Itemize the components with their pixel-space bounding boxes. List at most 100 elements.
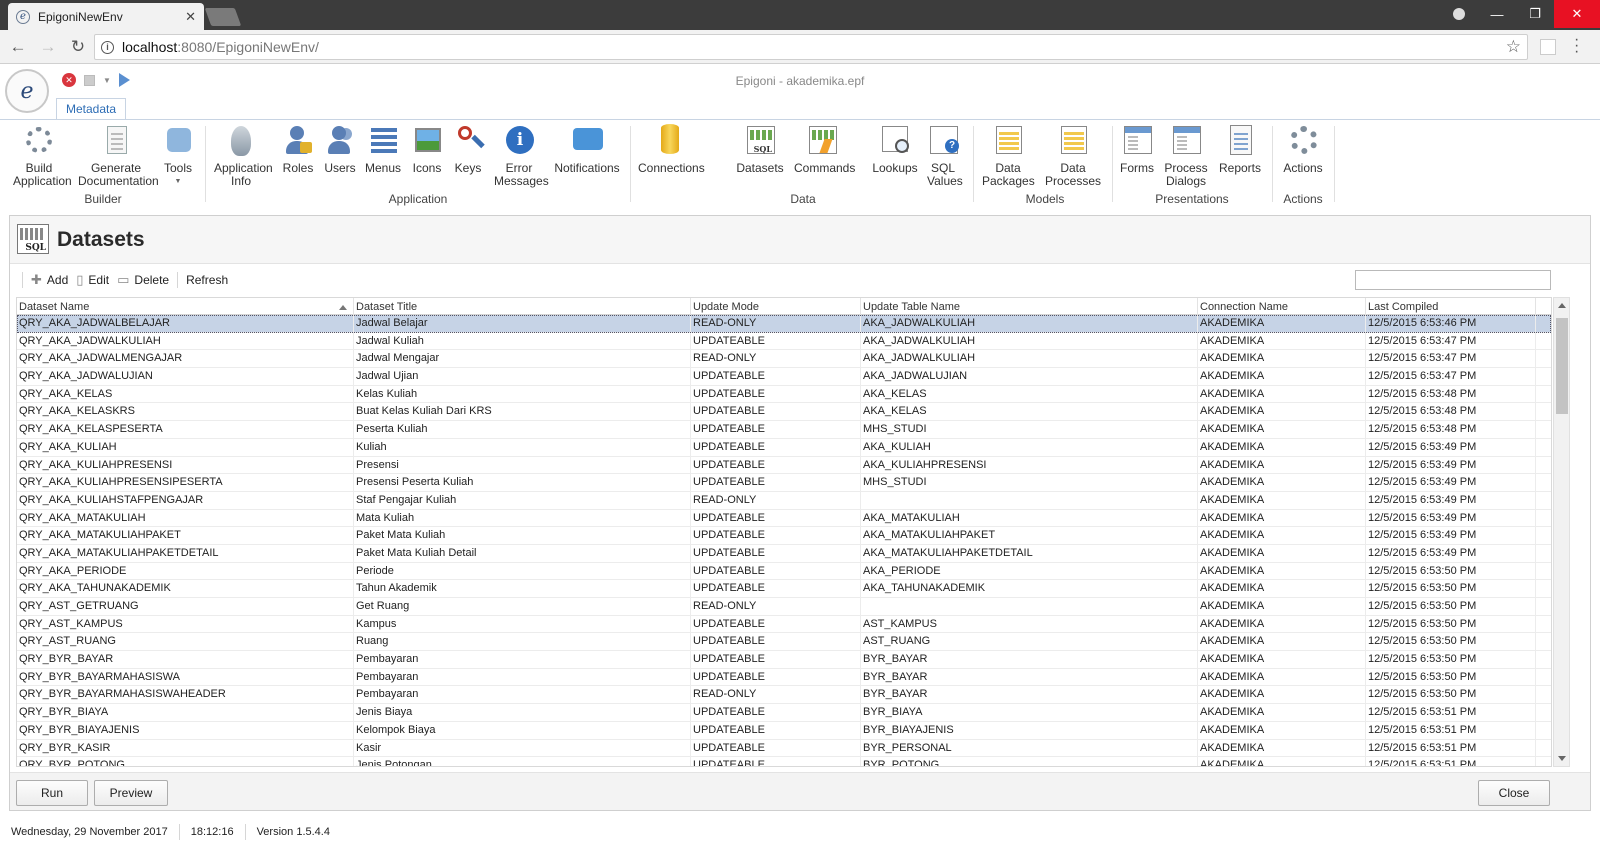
table-row[interactable]: QRY_BYR_BAYARMAHASISWAHEADER Pembayaran RE… xyxy=(17,686,1551,705)
error-messages-button[interactable]: i Error Messages xyxy=(494,124,549,188)
table-row[interactable]: QRY_AKA_JADWALUJIAN Jadwal Ujian UPDATEABL… xyxy=(17,368,1551,386)
table-row[interactable]: QRY_AKA_KELAS Kelas Kuliah UPDATEABLE AKA_K… xyxy=(17,385,1551,404)
table-row[interactable]: QRY_AST_GETRUANG Get Ruang READ-ONLY AKADEM… xyxy=(17,598,1551,616)
col-update-table-name-cell: BYR_BAYAR xyxy=(861,686,1198,704)
data-packages-button[interactable]: Data Packages xyxy=(982,124,1035,188)
data-package-icon xyxy=(996,126,1022,154)
generate-documentation-button[interactable]: Generate Documentation xyxy=(78,124,159,188)
connections-button[interactable]: Connections xyxy=(638,124,705,175)
col-connection-name-cell: AKADEMIKA xyxy=(1198,633,1366,651)
back-arrow-icon[interactable]: ← xyxy=(6,37,30,57)
minimize-button[interactable]: — xyxy=(1478,0,1516,28)
table-row[interactable]: QRY_AKA_KULIAH Kuliah UPDATEABLE AKA_KULIAH… xyxy=(17,438,1551,457)
scrollbar-thumb[interactable] xyxy=(1556,318,1568,414)
run-button[interactable]: Run xyxy=(16,780,88,806)
site-info-icon[interactable]: i xyxy=(101,40,114,54)
browser-titlebar: e EpigoniNewEnv ✕ — ❐ ✕ xyxy=(0,0,1600,30)
forward-arrow-icon[interactable]: → xyxy=(36,37,60,57)
table-row[interactable]: QRY_AKA_KULIAHPRESENSI Presensi UPDATEABLE… xyxy=(17,456,1551,475)
icons-button[interactable]: Icons xyxy=(410,124,444,175)
reload-icon[interactable]: ↻ xyxy=(66,37,90,57)
scroll-up-icon[interactable] xyxy=(1558,303,1566,308)
col-update-table-name-cell: MHS_STUDI xyxy=(861,474,1198,491)
table-row[interactable]: QRY_AKA_KELASPESERTA Peserta Kuliah UPDATE… xyxy=(17,421,1551,439)
table-row[interactable]: QRY_AKA_JADWALKULIAH Jadwal Kuliah UPDATEA… xyxy=(17,332,1551,351)
new-tab-button[interactable] xyxy=(204,8,242,26)
table-row[interactable]: QRY_BYR_POTONG Jenis Potongan UPDATEABLE BY… xyxy=(17,757,1551,766)
data-processes-button[interactable]: Data Processes xyxy=(1040,124,1106,188)
table-row[interactable]: QRY_BYR_BAYARMAHASISWA Pembayaran UPDATEAB… xyxy=(17,668,1551,687)
table-row[interactable]: QRY_AKA_PERIODE Periode UPDATEABLE AKA_PERI… xyxy=(17,562,1551,581)
extension-icon[interactable] xyxy=(1540,39,1556,55)
preview-button[interactable]: Preview xyxy=(94,780,168,806)
datasets-button[interactable]: SQL Datasets xyxy=(736,124,784,175)
url-input[interactable]: i localhost :8080/EpigoniNewEnv/ ☆ xyxy=(94,34,1528,60)
menus-button[interactable]: Menus xyxy=(364,124,402,175)
col-last-compiled-header[interactable]: Last Compiled xyxy=(1366,298,1536,315)
browser-tab[interactable]: e EpigoniNewEnv ✕ xyxy=(8,3,204,30)
col-last-compiled-cell: 12/5/2015 6:53:50 PM xyxy=(1366,598,1536,615)
table-row[interactable]: QRY_BYR_BIAYAJENIS Kelompok Biaya UPDATEAB… xyxy=(17,721,1551,740)
col-connection-name-header[interactable]: Connection Name xyxy=(1198,298,1366,315)
table-row[interactable]: QRY_AST_KAMPUS Kampus UPDATEABLE AST_KAMPUS… xyxy=(17,615,1551,634)
commands-button[interactable]: Commands xyxy=(794,124,855,175)
sql-values-button[interactable]: SQL Values xyxy=(926,124,963,188)
col-dataset-name-cell: QRY_AKA_MATAKULIAHPAKETDETAIL xyxy=(17,544,354,562)
bookmark-star-icon[interactable]: ☆ xyxy=(1506,37,1521,57)
table-row[interactable]: QRY_AKA_MATAKULIAHPAKETDETAIL Paket Mata … xyxy=(17,544,1551,563)
col-update-mode-cell: UPDATEABLE xyxy=(691,544,861,562)
maximize-button[interactable]: ❐ xyxy=(1516,0,1554,28)
user-icon xyxy=(286,126,308,154)
table-row[interactable]: QRY_AKA_MATAKULIAHPAKET Paket Mata Kuliah… xyxy=(17,527,1551,545)
actions-button[interactable]: Actions xyxy=(1282,124,1324,175)
table-row[interactable]: QRY_BYR_KASIR Kasir UPDATEABLE BYR_PERSONAL… xyxy=(17,739,1551,758)
delete-button[interactable]: ▭ Delete xyxy=(117,272,169,288)
lookups-button[interactable]: Lookups xyxy=(872,124,918,175)
tools-button[interactable]: Tools ▼ xyxy=(160,124,196,188)
application-info-button[interactable]: Application Info xyxy=(214,124,273,188)
col-dataset-name-cell: QRY_AKA_KELASKRS xyxy=(17,403,354,421)
table-row[interactable]: QRY_BYR_BIAYA Jenis Biaya UPDATEABLE BYR_BI… xyxy=(17,704,1551,722)
roles-button[interactable]: Roles xyxy=(280,124,316,175)
table-row[interactable]: QRY_AKA_TAHUNAKADEMIK Tahun Akademik UPDAT… xyxy=(17,580,1551,598)
window-close-button[interactable]: ✕ xyxy=(1554,0,1600,28)
table-row[interactable]: QRY_AKA_KULIAHSTAFPENGAJAR Staf Pengajar … xyxy=(17,491,1551,510)
search-input[interactable] xyxy=(1355,270,1551,290)
browser-menu-icon[interactable]: · · · xyxy=(1574,32,1579,60)
col-update-table-name-cell: AKA_JADWALKULIAH xyxy=(861,332,1198,350)
tab-close-icon[interactable]: ✕ xyxy=(185,9,196,25)
col-update-table-name-cell: AKA_JADWALKULIAH xyxy=(861,315,1198,332)
table-row[interactable]: QRY_AKA_JADWALMENGAJAR Jadwal Mengajar REA… xyxy=(17,350,1551,369)
col-update-mode-header[interactable]: Update Mode xyxy=(691,298,861,315)
tab-metadata[interactable]: Metadata xyxy=(56,98,126,120)
col-dataset-title-header[interactable]: Dataset Title xyxy=(354,298,691,315)
forms-button[interactable]: Forms xyxy=(1118,124,1156,175)
table-row[interactable]: QRY_AST_RUANG Ruang UPDATEABLE AST_RUANG AKA… xyxy=(17,633,1551,652)
profile-icon[interactable] xyxy=(1440,0,1478,28)
col-update-table-name-cell: BYR_BAYAR xyxy=(861,651,1198,668)
close-button[interactable]: Close xyxy=(1478,780,1550,806)
col-last-compiled-cell: 12/5/2015 6:53:47 PM xyxy=(1366,368,1536,385)
reports-button[interactable]: Reports xyxy=(1218,124,1262,175)
col-update-table-name-header[interactable]: Update Table Name xyxy=(861,298,1198,315)
edit-button[interactable]: ▯ Edit xyxy=(76,272,109,288)
users-label: Users xyxy=(324,161,356,175)
scroll-down-icon[interactable] xyxy=(1558,756,1566,761)
app-header: e ✕ ▼ Epigoni - akademika.epf Metadata B… xyxy=(0,64,1600,214)
notifications-button[interactable]: Notifications xyxy=(554,124,620,175)
table-row[interactable]: QRY_AKA_MATAKULIAH Mata Kuliah UPDATEABLE A… xyxy=(17,509,1551,528)
vertical-scrollbar[interactable] xyxy=(1553,297,1570,767)
table-row[interactable]: QRY_AKA_KELASKRS Buat Kelas Kuliah Dari K… xyxy=(17,403,1551,422)
add-button[interactable]: ✚ Add xyxy=(31,272,68,288)
refresh-button[interactable]: Refresh xyxy=(186,273,228,287)
table-row[interactable]: QRY_AKA_KULIAHPRESENSIPESERTA Presensi Pe… xyxy=(17,474,1551,492)
build-application-button[interactable]: Build Application xyxy=(8,124,72,188)
table-row[interactable]: QRY_AKA_JADWALBELAJAR Jadwal Belajar READ-… xyxy=(17,315,1551,333)
keys-button[interactable]: Keys xyxy=(452,124,484,175)
col-dataset-name-header[interactable]: Dataset Name xyxy=(17,298,354,315)
table-row[interactable]: QRY_BYR_BAYAR Pembayaran UPDATEABLE BYR_BAY… xyxy=(17,651,1551,669)
users-button[interactable]: Users xyxy=(322,124,358,175)
col-dataset-title-cell: Pembayaran xyxy=(354,651,691,668)
process-dialogs-button[interactable]: Process Dialogs xyxy=(1162,124,1210,188)
col-update-mode-cell: UPDATEABLE xyxy=(691,421,861,438)
